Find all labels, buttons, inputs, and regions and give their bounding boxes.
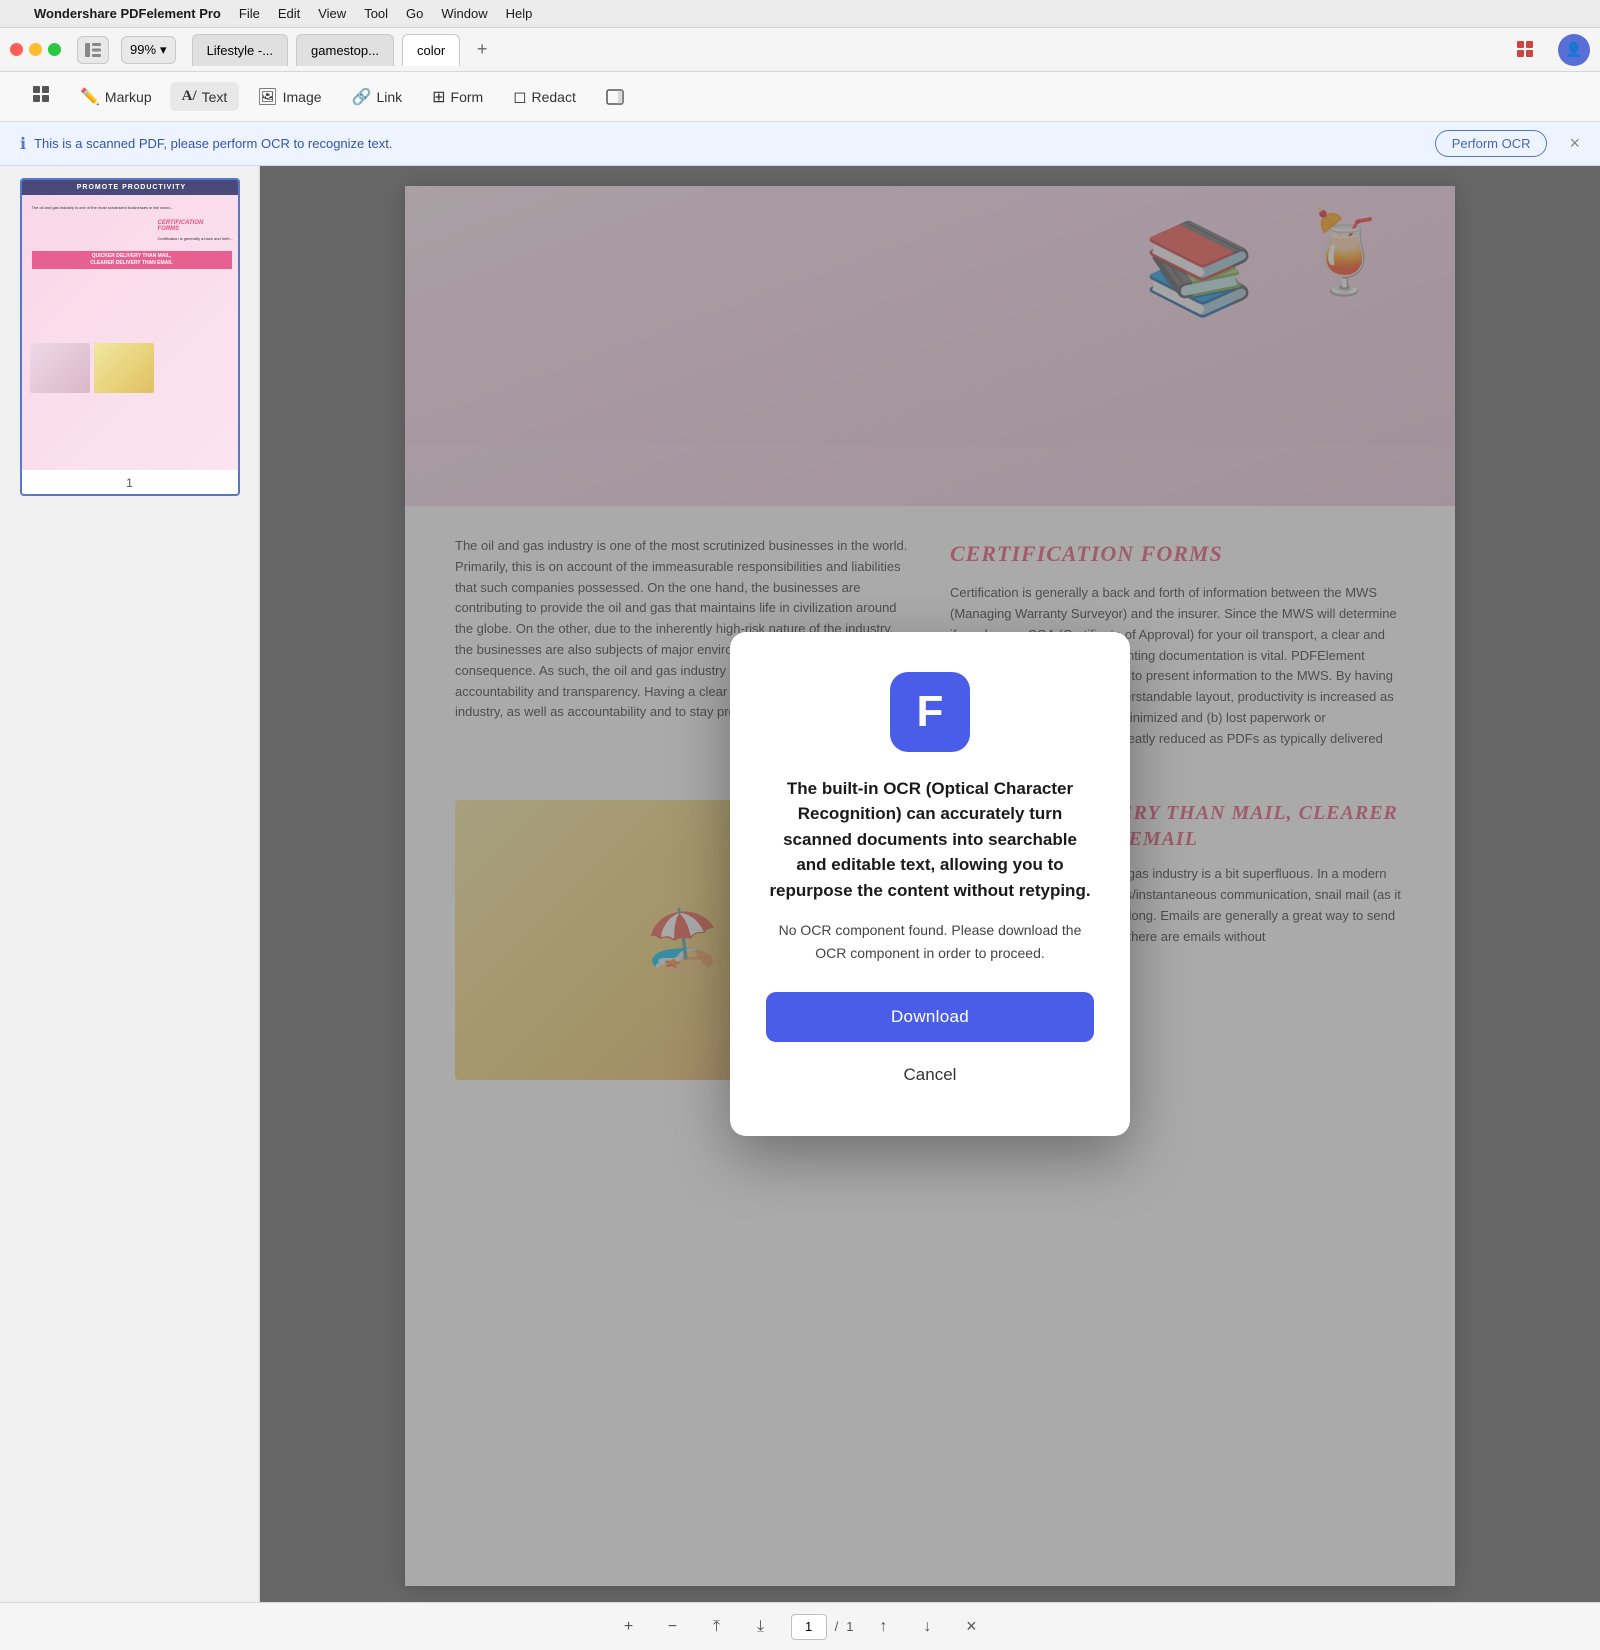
app-name: Wondershare PDFelement Pro [34, 6, 221, 21]
previous-page-button[interactable]: ↑ [869, 1613, 897, 1641]
tab-lifestyle[interactable]: Lifestyle -... [192, 34, 288, 66]
add-tab-button[interactable]: + [468, 36, 496, 64]
zoom-level: 99% [130, 42, 156, 57]
traffic-lights [10, 43, 61, 56]
menubar: Wondershare PDFelement Pro File Edit Vie… [0, 0, 1600, 28]
modal-app-icon: F [890, 672, 970, 752]
page-number-input[interactable] [791, 1614, 827, 1640]
image-button[interactable]: 🖼 Image [245, 81, 333, 113]
menu-help[interactable]: Help [506, 6, 533, 21]
ocr-notice-text: This is a scanned PDF, please perform OC… [34, 136, 392, 151]
form-icon: ⊞ [432, 87, 445, 107]
ocr-notice-bar: ℹ This is a scanned PDF, please perform … [0, 122, 1600, 166]
link-icon: 🔗 [352, 87, 372, 107]
link-button[interactable]: 🔗 Link [340, 81, 415, 113]
info-icon: ℹ [20, 134, 26, 154]
close-bottom-button[interactable]: × [957, 1613, 985, 1641]
modal-title: The built-in OCR (Optical Character Reco… [766, 776, 1094, 904]
text-icon: A/ [182, 88, 197, 105]
modal-overlay: F The built-in OCR (Optical Character Re… [260, 166, 1600, 1602]
total-pages: 1 [846, 1619, 853, 1634]
fit-page-button[interactable]: ⤓ [747, 1613, 775, 1641]
redact-icon: ◻ [513, 87, 526, 107]
text-button[interactable]: A/ Text [170, 82, 240, 111]
zoom-out-button[interactable]: − [659, 1613, 687, 1641]
toolbar: ✏️ Markup A/ Text 🖼 Image 🔗 Link ⊞ Form … [0, 72, 1600, 122]
maximize-window-button[interactable] [48, 43, 61, 56]
menu-view[interactable]: View [318, 6, 346, 21]
tab-grid-button[interactable] [1510, 36, 1542, 64]
bottom-bar: + − ⤒ ⤓ / 1 ↑ ↓ × [0, 1602, 1600, 1650]
zoom-selector[interactable]: 99% ▾ [121, 36, 176, 64]
close-window-button[interactable] [10, 43, 23, 56]
ocr-modal-dialog: F The built-in OCR (Optical Character Re… [730, 632, 1130, 1136]
sidebar-toggle-button[interactable] [77, 36, 109, 64]
modal-description: No OCR component found. Please download … [766, 919, 1094, 964]
download-button[interactable]: Download [766, 992, 1094, 1042]
fit-width-button[interactable]: ⤒ [703, 1613, 731, 1641]
markup-icon: ✏️ [80, 87, 100, 107]
thumbnail-content: PROMOTE PRODUCTIVITY The oil and gas ind… [22, 180, 240, 470]
tab-color[interactable]: color [402, 34, 460, 66]
ocr-notice-close-button[interactable]: × [1569, 133, 1580, 154]
user-avatar[interactable]: 👤 [1558, 34, 1590, 66]
zoom-in-button[interactable]: + [615, 1613, 643, 1641]
content-area: 📚 🍹 The oil and gas industry is one of t… [260, 166, 1600, 1602]
sidebar: PROMOTE PRODUCTIVITY The oil and gas ind… [0, 166, 260, 1602]
page-info: / 1 [791, 1614, 854, 1640]
page-thumbnail-1[interactable]: PROMOTE PRODUCTIVITY The oil and gas ind… [20, 178, 240, 496]
menu-edit[interactable]: Edit [278, 6, 300, 21]
pages-icon [32, 85, 50, 108]
menu-file[interactable]: File [239, 6, 260, 21]
thumbnail-page-number: 1 [22, 476, 238, 494]
form-button[interactable]: ⊞ Form [420, 81, 495, 113]
next-page-button[interactable]: ↓ [913, 1613, 941, 1641]
minimize-window-button[interactable] [29, 43, 42, 56]
main-layout: PROMOTE PRODUCTIVITY The oil and gas ind… [0, 166, 1600, 1602]
perform-ocr-button[interactable]: Perform OCR [1435, 130, 1548, 157]
panel-toggle-button[interactable] [594, 82, 636, 112]
image-icon: 🖼 [257, 87, 277, 107]
markup-button[interactable]: ✏️ Markup [68, 81, 164, 113]
menu-window[interactable]: Window [441, 6, 487, 21]
modal-icon-letter: F [917, 687, 944, 737]
zoom-chevron-icon: ▾ [160, 42, 167, 58]
redact-button[interactable]: ◻ Redact [501, 81, 588, 113]
thumb-header-text: PROMOTE PRODUCTIVITY [22, 180, 240, 195]
tab-gamestop[interactable]: gamestop... [296, 34, 394, 66]
titlebar: 99% ▾ Lifestyle -... gamestop... color +… [0, 28, 1600, 72]
page-separator: / [835, 1619, 839, 1634]
cancel-button[interactable]: Cancel [766, 1054, 1094, 1096]
toolbar-pages-button[interactable] [20, 79, 62, 114]
menu-go[interactable]: Go [406, 6, 423, 21]
menu-tool[interactable]: Tool [364, 6, 388, 21]
